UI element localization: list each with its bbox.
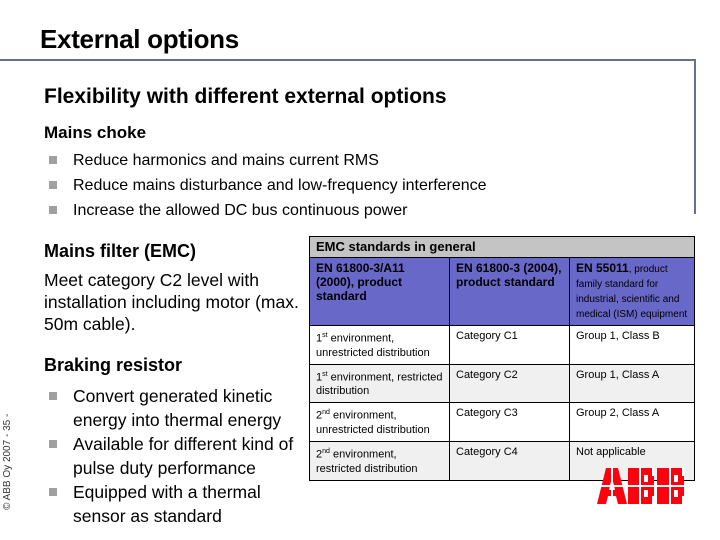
table-row: 1st environment, restricted distribution… — [309, 363, 695, 404]
environment-cell: 2nd environment, restricted distribution — [309, 440, 450, 481]
standards-row: EN 61800-3/A11 (2000), product standard … — [309, 257, 695, 326]
abb-logo-icon — [597, 468, 685, 504]
bullet-square-icon — [49, 440, 57, 448]
table-row: 2nd environment, unrestricted distributi… — [309, 402, 695, 442]
list-item: Reduce mains disturbance and low-frequen… — [46, 173, 487, 198]
list-item: Equipped with a thermal sensor as standa… — [46, 480, 296, 528]
frame-top-line — [0, 59, 696, 61]
list-item: Reduce harmonics and mains current RMS — [46, 148, 487, 173]
category-cell: Category C4 — [449, 440, 570, 481]
braking-resistor-bullets: Convert generated kinetic energy into th… — [46, 384, 296, 528]
environment-cell: 1st environment, unrestricted distributi… — [309, 325, 450, 365]
mains-filter-heading: Mains filter (EMC) — [44, 241, 197, 261]
bullet-square-icon — [49, 181, 57, 189]
environment-cell: 2nd environment, unrestricted distributi… — [309, 402, 450, 442]
list-item: Available for different kind of pulse du… — [46, 432, 296, 480]
frame-right-line — [694, 59, 696, 214]
mains-choke-bullets: Reduce harmonics and mains current RMS R… — [46, 148, 487, 223]
slide-title: External options — [40, 24, 239, 54]
copyright-page-number: © ABB Oy 2007 - 35 - — [2, 413, 13, 510]
category-cell: Category C1 — [449, 325, 570, 365]
table-row: 1st environment, unrestricted distributi… — [309, 325, 695, 365]
environment-cell: 1st environment, restricted distribution — [309, 363, 450, 404]
braking-resistor-heading: Braking resistor — [44, 355, 183, 375]
standard-col-2: EN 61800-3 (2004), product standard — [449, 257, 570, 326]
mains-filter-text: Meet category C2 level with installation… — [44, 270, 299, 334]
emc-standards-table: EMC standards in general EN 61800-3/A11 … — [309, 236, 695, 481]
group-cell: Group 1, Class A — [569, 363, 695, 404]
list-item: Convert generated kinetic energy into th… — [46, 384, 296, 432]
group-cell: Group 2, Class A — [569, 402, 695, 442]
bullet-square-icon — [49, 392, 57, 400]
list-item: Increase the allowed DC bus continuous p… — [46, 198, 487, 223]
table-header-row: EMC standards in general — [309, 236, 695, 258]
category-cell: Category C3 — [449, 402, 570, 442]
table-header: EMC standards in general — [309, 236, 695, 258]
bullet-square-icon — [49, 206, 57, 214]
category-cell: Category C2 — [449, 363, 570, 404]
mains-choke-heading: Mains choke — [44, 123, 147, 142]
bullet-square-icon — [49, 488, 57, 496]
standard-col-3: EN 55011, product family standard for in… — [569, 257, 695, 326]
bullet-square-icon — [49, 156, 57, 164]
group-cell: Group 1, Class B — [569, 325, 695, 365]
standard-col-1: EN 61800-3/A11 (2000), product standard — [309, 257, 450, 326]
slide-subtitle: Flexibility with different external opti… — [44, 85, 447, 108]
